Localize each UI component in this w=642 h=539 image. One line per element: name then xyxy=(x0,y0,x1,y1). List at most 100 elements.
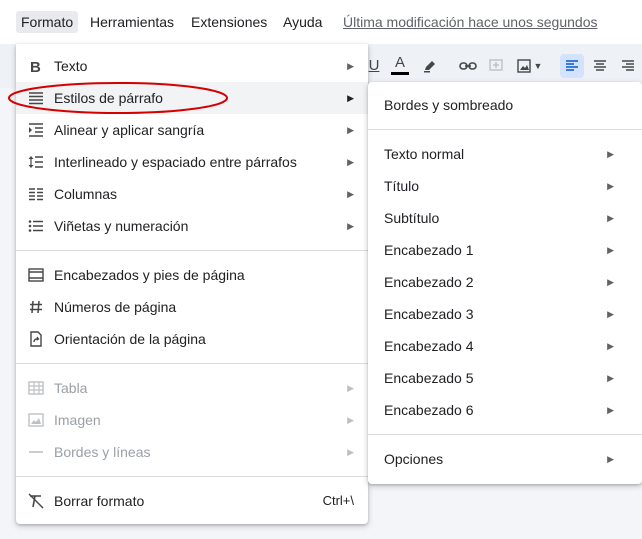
menu-item-imagen: Imagen ▶ xyxy=(16,404,368,436)
menu-item-tabla: Tabla ▶ xyxy=(16,372,368,404)
submenu-arrow-icon: ▶ xyxy=(347,189,354,199)
shortcut-label: Ctrl+\ xyxy=(322,493,354,508)
submenu-arrow-icon: ▶ xyxy=(347,447,354,457)
submenu-arrow-icon: ▶ xyxy=(607,245,614,255)
menu-item-interlineado[interactable]: Interlineado y espaciado entre párrafos … xyxy=(16,146,368,178)
menu-item-label: Interlineado y espaciado entre párrafos xyxy=(54,154,297,170)
submenu-arrow-icon: ▶ xyxy=(347,383,354,393)
indent-icon xyxy=(29,123,43,137)
menu-item-label: Imagen xyxy=(54,412,101,428)
align-center-icon[interactable] xyxy=(588,54,612,78)
submenu-item-label: Opciones xyxy=(384,451,444,467)
clear-format-icon xyxy=(28,493,44,509)
page-orientation-icon xyxy=(30,331,42,347)
submenu-divider xyxy=(368,129,642,130)
menu-divider xyxy=(16,363,368,364)
submenu-arrow-icon: ▶ xyxy=(347,93,354,103)
submenu-arrow-icon: ▶ xyxy=(607,213,614,223)
menubar: Formato Herramientas Extensiones Ayuda Ú… xyxy=(0,0,642,44)
menu-item-label: Tabla xyxy=(54,380,88,396)
menu-item-label: Encabezados y pies de página xyxy=(54,267,245,283)
menu-item-label: Alinear y aplicar sangría xyxy=(54,122,205,138)
highlighter-icon[interactable] xyxy=(418,54,442,78)
text-color-bar xyxy=(391,72,409,75)
menu-item-orientacion[interactable]: Orientación de la página xyxy=(16,323,368,355)
image-icon xyxy=(28,413,44,427)
bullet-list-icon xyxy=(28,220,43,232)
menu-item-label: Viñetas y numeración xyxy=(54,218,189,234)
submenu-divider xyxy=(368,434,642,435)
submenu-item-opciones[interactable]: Opciones ▶ xyxy=(368,443,642,475)
hash-icon xyxy=(30,300,42,314)
line-icon xyxy=(29,451,43,453)
submenu-item-label: Texto normal xyxy=(384,146,465,162)
menu-herramientas[interactable]: Herramientas xyxy=(85,11,179,33)
align-right-icon[interactable] xyxy=(616,54,640,78)
submenu-arrow-icon: ▶ xyxy=(607,277,614,287)
submenu-item-encabezado-6[interactable]: Encabezado 6 ▶ xyxy=(368,394,642,426)
submenu-item-titulo[interactable]: Título ▶ xyxy=(368,170,642,202)
submenu-arrow-icon: ▶ xyxy=(347,415,354,425)
menu-divider xyxy=(16,250,368,251)
submenu-arrow-icon: ▶ xyxy=(347,221,354,231)
menu-item-label: Columnas xyxy=(54,186,118,202)
submenu-item-encabezado-1[interactable]: Encabezado 1 ▶ xyxy=(368,234,642,266)
line-spacing-icon xyxy=(28,156,43,168)
menu-item-label: Bordes y líneas xyxy=(54,444,151,460)
table-icon xyxy=(28,381,44,395)
menu-divider xyxy=(16,476,368,477)
menu-item-bordes-lineas: Bordes y líneas ▶ xyxy=(16,436,368,468)
image-dropdown-icon[interactable]: ▼ xyxy=(531,54,545,78)
submenu-item-label: Encabezado 1 xyxy=(384,242,474,258)
menu-item-numeros-pagina[interactable]: Números de página xyxy=(16,291,368,323)
submenu-item-label: Encabezado 6 xyxy=(384,402,474,418)
header-footer-icon xyxy=(28,268,44,282)
submenu-item-label: Título xyxy=(384,178,420,194)
submenu-arrow-icon: ▶ xyxy=(607,181,614,191)
submenu-item-label: Encabezado 2 xyxy=(384,274,474,290)
submenu-arrow-icon: ▶ xyxy=(607,341,614,351)
menu-item-borrar-formato[interactable]: Borrar formato Ctrl+\ xyxy=(16,485,368,517)
submenu-item-label: Encabezado 4 xyxy=(384,338,474,354)
submenu-item-texto-normal[interactable]: Texto normal ▶ xyxy=(368,138,642,170)
paragraph-styles-submenu: Bordes y sombreado Texto normal ▶ Título… xyxy=(368,82,642,484)
submenu-item-label: Encabezado 3 xyxy=(384,306,474,322)
submenu-item-label: Bordes y sombreado xyxy=(384,97,514,113)
submenu-arrow-icon: ▶ xyxy=(607,309,614,319)
menu-item-alinear[interactable]: Alinear y aplicar sangría ▶ xyxy=(16,114,368,146)
text-color-icon[interactable]: A xyxy=(388,54,412,78)
align-left-icon[interactable] xyxy=(560,54,584,78)
submenu-item-encabezado-3[interactable]: Encabezado 3 ▶ xyxy=(368,298,642,330)
submenu-item-label: Encabezado 5 xyxy=(384,370,474,386)
add-comment-icon[interactable] xyxy=(484,54,508,78)
menu-item-label: Texto xyxy=(54,58,88,74)
menu-item-columnas[interactable]: Columnas ▶ xyxy=(16,178,368,210)
submenu-arrow-icon: ▶ xyxy=(607,454,614,464)
submenu-item-encabezado-5[interactable]: Encabezado 5 ▶ xyxy=(368,362,642,394)
submenu-arrow-icon: ▶ xyxy=(607,373,614,383)
menu-item-vinetas[interactable]: Viñetas y numeración ▶ xyxy=(16,210,368,242)
submenu-item-encabezado-4[interactable]: Encabezado 4 ▶ xyxy=(368,330,642,362)
menu-item-texto[interactable]: B Texto ▶ xyxy=(16,50,368,82)
svg-text:B: B xyxy=(30,59,41,74)
menu-item-label: Borrar formato xyxy=(54,493,145,509)
menu-ayuda[interactable]: Ayuda xyxy=(278,11,327,33)
submenu-item-subtitulo[interactable]: Subtítulo ▶ xyxy=(368,202,642,234)
last-modified-link[interactable]: Última modificación hace unos segundos xyxy=(343,11,597,33)
submenu-arrow-icon: ▶ xyxy=(347,157,354,167)
submenu-arrow-icon: ▶ xyxy=(347,125,354,135)
menu-formato[interactable]: Formato xyxy=(16,11,79,33)
menu-item-encabezados-pies[interactable]: Encabezados y pies de página xyxy=(16,259,368,291)
submenu-arrow-icon: ▶ xyxy=(347,61,354,71)
submenu-arrow-icon: ▶ xyxy=(607,149,614,159)
submenu-arrow-icon: ▶ xyxy=(607,405,614,415)
menu-extensiones[interactable]: Extensiones xyxy=(186,11,272,33)
red-ellipse-annotation xyxy=(8,82,228,114)
link-icon[interactable] xyxy=(456,54,480,78)
menu-item-label: Números de página xyxy=(54,299,177,315)
menu-item-label: Orientación de la página xyxy=(54,331,206,347)
submenu-item-label: Subtítulo xyxy=(384,210,440,226)
submenu-item-bordes-sombreado[interactable]: Bordes y sombreado xyxy=(368,89,642,121)
columns-icon xyxy=(29,188,43,201)
submenu-item-encabezado-2[interactable]: Encabezado 2 ▶ xyxy=(368,266,642,298)
